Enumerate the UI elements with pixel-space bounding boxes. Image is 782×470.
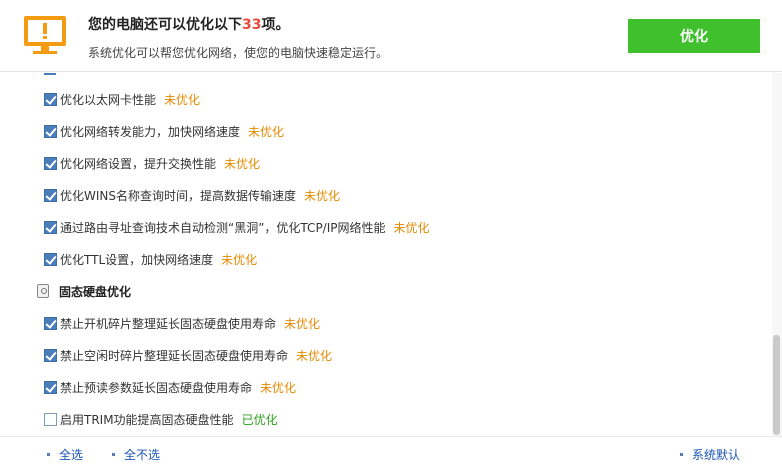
status-text: 未优化 xyxy=(304,188,341,203)
scrollbar-thumb[interactable] xyxy=(773,335,780,435)
checkbox[interactable] xyxy=(44,316,57,330)
checkbox[interactable] xyxy=(44,380,57,394)
status-text: 未优化 xyxy=(164,92,201,107)
status-text: 未优化 xyxy=(221,252,258,267)
list-item[interactable]: 优化WINS名称查询时间，提高数据传输速度 未优化 xyxy=(44,186,340,204)
page-subtitle: 系统优化可以帮您优化网络，使您的电脑快速稳定运行。 xyxy=(88,46,389,60)
optimize-button[interactable]: 优化 xyxy=(628,19,760,53)
status-text: 未优化 xyxy=(260,380,297,395)
checkbox[interactable] xyxy=(44,124,57,138)
optimize-count: 33 xyxy=(242,17,262,33)
list-item[interactable]: 优化网络转发能力，加快网络速度 未优化 xyxy=(44,122,284,140)
checkbox[interactable] xyxy=(44,188,57,202)
system-default-link[interactable]: 系统默认 xyxy=(680,446,740,463)
header-bar: 您的电脑还可以优化以下33项。 系统优化可以帮您优化网络，使您的电脑快速稳定运行… xyxy=(0,0,782,72)
hard-disk-icon xyxy=(37,284,49,298)
checkbox[interactable] xyxy=(44,252,57,266)
optimization-list: 优化以太网卡性能 未优化 优化网络转发能力，加快网络速度 未优化 优化网络设置，… xyxy=(0,73,772,436)
checkbox[interactable] xyxy=(44,412,57,426)
checkbox[interactable] xyxy=(44,92,57,106)
list-item[interactable]: 优化TTL设置，加快网络速度 未优化 xyxy=(44,250,257,268)
list-item[interactable]: 禁止开机碎片整理延长固态硬盘使用寿命 未优化 xyxy=(44,314,320,332)
select-all-link[interactable]: 全选 xyxy=(47,446,83,463)
status-text: 未优化 xyxy=(248,124,285,139)
list-item[interactable]: 优化网络设置，提升交换性能 未优化 xyxy=(44,154,260,172)
status-text: 未优化 xyxy=(296,348,333,363)
partial-checkbox-edge xyxy=(44,73,56,75)
monitor-alert-icon xyxy=(24,16,66,54)
checkbox[interactable] xyxy=(44,220,57,234)
footer-bar: 全选 全不选 系统默认 xyxy=(0,436,782,470)
list-item[interactable]: 启用TRIM功能提高固态硬盘性能 已优化 xyxy=(44,410,278,428)
checkbox[interactable] xyxy=(44,156,57,170)
list-item[interactable]: 通过路由寻址查询技术自动检测“黑洞”，优化TCP/IP网络性能 未优化 xyxy=(44,218,430,236)
list-item[interactable]: 优化以太网卡性能 未优化 xyxy=(44,90,200,108)
checkbox[interactable] xyxy=(44,348,57,362)
bullet-icon xyxy=(47,453,50,456)
status-text: 未优化 xyxy=(393,220,430,235)
list-item[interactable]: 禁止空闲时碎片整理延长固态硬盘使用寿命 未优化 xyxy=(44,346,332,364)
bullet-icon xyxy=(112,453,115,456)
status-text: 未优化 xyxy=(224,156,261,171)
list-item[interactable]: 禁止预读参数延长固态硬盘使用寿命 未优化 xyxy=(44,378,296,396)
status-text: 未优化 xyxy=(284,316,321,331)
section-header-ssd: 固态硬盘优化 xyxy=(37,282,131,300)
status-text: 已优化 xyxy=(241,412,278,427)
select-none-link[interactable]: 全不选 xyxy=(112,446,160,463)
bullet-icon xyxy=(680,453,683,456)
vertical-scrollbar[interactable] xyxy=(772,73,782,436)
page-title: 您的电脑还可以优化以下33项。 xyxy=(88,17,290,33)
